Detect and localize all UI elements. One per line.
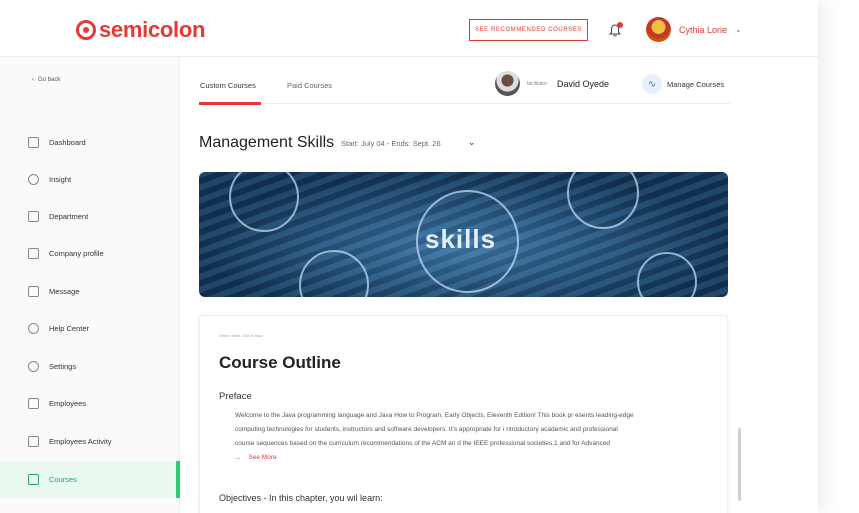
- sidebar-item-label: Employees: [49, 399, 87, 408]
- banner-skills-text: skills: [425, 224, 497, 254]
- sidebar-item-label: Employees Activity: [49, 437, 112, 446]
- course-dates: Start: July 04 - Ends: Sept. 26: [341, 139, 441, 148]
- sidebar: ‹ Go back Dashboard Insight Department C…: [0, 57, 180, 513]
- sidebar-item-label: Insight: [49, 175, 72, 184]
- sidebar-item-label: Message: [49, 287, 80, 296]
- activity-pulse-icon[interactable]: ∿: [642, 74, 662, 94]
- active-tab-indicator: [199, 102, 261, 105]
- preface-text: Welcome to the Java programming language…: [235, 409, 635, 465]
- sidebar-item-label: Settings: [49, 362, 77, 371]
- sidebar-item-label: Dashboard: [49, 138, 86, 147]
- sidebar-item-label: Department: [49, 212, 89, 221]
- manage-courses-button[interactable]: Manage Courses: [667, 80, 724, 89]
- course-banner-image: skills: [199, 172, 728, 297]
- user-avatar[interactable]: [646, 17, 671, 42]
- sidebar-item-employees[interactable]: Employees: [0, 385, 180, 422]
- notification-dot: [617, 22, 623, 28]
- message-icon: [28, 286, 39, 297]
- sidebar-item-employees-activity[interactable]: Employees Activity: [0, 423, 180, 460]
- user-name[interactable]: Cythia Lorie: [679, 25, 727, 35]
- go-back-link[interactable]: ‹ Go back: [32, 77, 60, 83]
- tab-custom-courses[interactable]: Custom Courses: [200, 81, 256, 90]
- preface-body: Welcome to the Java programming language…: [235, 412, 634, 461]
- see-more-link[interactable]: See More: [248, 454, 276, 461]
- sidebar-item-department[interactable]: Department: [0, 198, 180, 235]
- go-back-label: Go back: [38, 77, 61, 83]
- sidebar-item-dashboard[interactable]: Dashboard: [0, 124, 180, 161]
- sidebar-item-help-center[interactable]: Help Center: [0, 310, 180, 347]
- see-recommended-courses-button[interactable]: SEE RECOMMENDED COURSES: [469, 19, 588, 41]
- help-icon: [28, 323, 39, 334]
- edition-label: Deitel deitel- 11th Edition: [219, 333, 264, 338]
- facilitator-avatar: [495, 71, 520, 96]
- dashboard-icon: [28, 137, 39, 148]
- chevron-left-icon: ‹: [32, 77, 34, 83]
- chevron-down-icon[interactable]: ⌄: [735, 25, 742, 34]
- top-bar: semicolon SEE RECOMMENDED COURSES Cythia…: [0, 0, 818, 57]
- logo-icon: [76, 20, 96, 40]
- courses-icon: [28, 474, 39, 485]
- logo[interactable]: semicolon: [76, 17, 205, 43]
- scrollbar[interactable]: [738, 428, 741, 501]
- chevron-down-icon[interactable]: ⌄: [468, 137, 476, 148]
- tab-paid-courses[interactable]: Paid Courses: [287, 81, 332, 90]
- sidebar-item-company-profile[interactable]: Company profile: [0, 235, 180, 272]
- facilitator-name: David Oyede: [557, 79, 610, 89]
- app-window: semicolon SEE RECOMMENDED COURSES Cythia…: [0, 0, 818, 513]
- employees-icon: [28, 398, 39, 409]
- activity-icon: [28, 436, 39, 447]
- course-title: Management Skills: [199, 134, 335, 151]
- logo-text: semicolon: [99, 17, 206, 42]
- sidebar-item-label: Courses: [49, 475, 77, 484]
- facilitator-label: facilitator:: [527, 81, 549, 87]
- sidebar-item-message[interactable]: Message: [0, 273, 180, 310]
- insight-icon: [28, 174, 39, 185]
- objectives-heading: Objectives - In this chapter, you wil le…: [219, 493, 383, 503]
- settings-icon: [28, 361, 39, 372]
- company-icon: [28, 248, 39, 259]
- preface-heading: Preface: [219, 391, 252, 402]
- sidebar-item-settings[interactable]: Settings: [0, 348, 180, 385]
- outline-title: Course Outline: [219, 353, 341, 372]
- sidebar-item-courses[interactable]: Courses: [0, 461, 180, 498]
- sidebar-item-label: Help Center: [49, 324, 90, 333]
- sidebar-item-insight[interactable]: Insight: [0, 161, 180, 198]
- department-icon: [28, 211, 39, 222]
- course-outline-card: Deitel deitel- 11th Edition Course Outli…: [199, 315, 728, 513]
- sidebar-item-label: Company profile: [49, 249, 104, 258]
